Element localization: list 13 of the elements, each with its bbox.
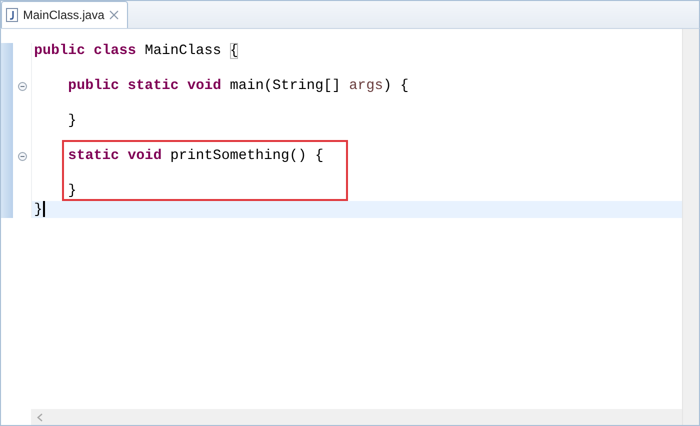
collapse-icon[interactable]	[18, 82, 26, 92]
code-line: }	[67, 113, 78, 130]
scroll-left-icon[interactable]	[37, 412, 43, 422]
java-file-icon	[6, 8, 18, 22]
code-line: public class MainClass {	[33, 43, 240, 60]
code-line: }	[67, 183, 78, 200]
vertical-scrollbar[interactable]	[682, 29, 699, 425]
editor-tab[interactable]: MainClass.java	[1, 1, 128, 28]
close-icon[interactable]	[109, 10, 120, 20]
code-line: static void printSomething() {	[67, 148, 324, 166]
horizontal-scrollbar[interactable]	[31, 409, 682, 425]
code-line: public static void main(String[] args) {	[67, 78, 410, 96]
collapse-icon[interactable]	[18, 152, 26, 162]
